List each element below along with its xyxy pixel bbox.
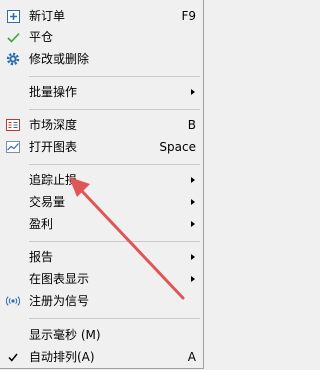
market-depth-icon	[6, 118, 20, 132]
menu-item-label: 显示毫秒 (M)	[29, 328, 101, 342]
menu-item-show-milliseconds[interactable]: 显示毫秒 (M)	[0, 324, 204, 346]
menu-item-report[interactable]: 报告	[0, 246, 204, 268]
check-icon	[6, 30, 20, 44]
menu-item-volume[interactable]: 交易量	[0, 191, 204, 213]
submenu-arrow-icon	[191, 89, 195, 95]
menu-item-modify-or-delete[interactable]: 修改或删除	[0, 48, 204, 70]
checkmark-icon	[6, 350, 20, 364]
submenu-arrow-icon	[191, 221, 195, 227]
menu-item-label: 打开图表	[29, 140, 78, 154]
menu-item-label: 追踪止损	[29, 173, 78, 187]
menu-item-label: 修改或删除	[29, 52, 90, 66]
menu-item-label: 盈利	[29, 217, 54, 231]
context-menu: 新订单 F9 平仓 修改或删除 批量操作 市场深度 B 打开图表 Space 追…	[0, 0, 204, 369]
menu-item-new-order[interactable]: 新订单 F9	[0, 5, 204, 27]
menu-item-profit[interactable]: 盈利	[0, 213, 204, 235]
signal-icon	[6, 294, 20, 308]
menu-item-label: 在图表显示	[29, 272, 90, 286]
shortcut-label: B	[187, 118, 196, 132]
menu-separator	[29, 109, 200, 110]
menu-item-close-position[interactable]: 平仓	[0, 26, 204, 48]
menu-item-label: 报告	[29, 250, 54, 264]
menu-item-auto-arrange[interactable]: 自动排列(A) A	[0, 346, 204, 368]
menu-item-label: 新订单	[29, 9, 66, 23]
menu-separator	[29, 241, 200, 242]
shortcut-label: Space	[159, 140, 196, 154]
menu-separator	[29, 76, 200, 77]
menu-item-market-depth[interactable]: 市场深度 B	[0, 114, 204, 136]
menu-separator	[29, 318, 200, 319]
submenu-arrow-icon	[191, 199, 195, 205]
shortcut-label: F9	[181, 9, 196, 23]
menu-item-trailing-stop[interactable]: 追踪止损	[0, 169, 204, 191]
new-order-icon	[6, 9, 20, 23]
menu-item-open-chart[interactable]: 打开图表 Space	[0, 136, 204, 158]
menu-item-label: 交易量	[29, 195, 66, 209]
menu-item-batch-operations[interactable]: 批量操作	[0, 81, 204, 103]
menu-item-register-as-signal[interactable]: 注册为信号	[0, 290, 204, 312]
submenu-arrow-icon	[191, 177, 195, 183]
submenu-arrow-icon	[191, 254, 195, 260]
menu-item-show-on-chart[interactable]: 在图表显示	[0, 268, 204, 290]
menu-separator	[29, 164, 200, 165]
menu-item-label: 注册为信号	[29, 294, 90, 308]
chart-icon	[6, 140, 20, 154]
submenu-arrow-icon	[191, 276, 195, 282]
gear-icon	[6, 52, 20, 66]
menu-item-label: 平仓	[29, 30, 54, 44]
menu-item-label: 自动排列(A)	[29, 350, 95, 364]
shortcut-label: A	[187, 350, 196, 364]
menu-item-label: 批量操作	[29, 85, 78, 99]
menu-item-label: 市场深度	[29, 118, 78, 132]
